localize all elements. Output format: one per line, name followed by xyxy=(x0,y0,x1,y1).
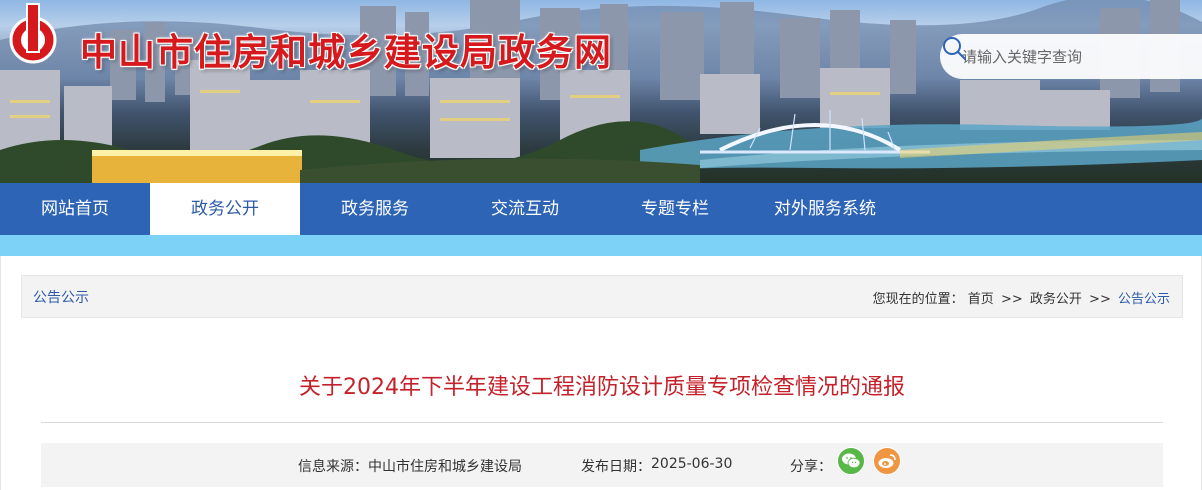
breadcrumb: 您现在的位置： 首页 >> 政务公开 >> 公告公示 xyxy=(873,288,1170,307)
title-divider xyxy=(41,422,1163,423)
nav-item-special-topics[interactable]: 专题专栏 xyxy=(600,183,750,235)
main-content: 公告公示 您现在的位置： 首页 >> 政务公开 >> 公告公示 关于2024年下… xyxy=(0,256,1202,490)
share-label: 分享： xyxy=(790,459,832,475)
date-label: 发布日期： xyxy=(581,459,651,475)
main-nav: 网站首页 政务公开 政务服务 交流互动 专题专栏 对外服务系统 xyxy=(0,183,1202,235)
nav-item-home[interactable]: 网站首页 xyxy=(0,183,150,235)
search-icon[interactable] xyxy=(940,34,968,62)
zhongshan-emblem-icon xyxy=(9,3,57,64)
date-value: 2025-06-30 xyxy=(651,456,733,472)
nav-item-government-services[interactable]: 政务服务 xyxy=(300,183,450,235)
nav-item-interaction[interactable]: 交流互动 xyxy=(450,183,600,235)
weibo-share-button[interactable] xyxy=(873,447,901,475)
breadcrumb-announcements[interactable]: 公告公示 xyxy=(1118,292,1170,307)
article-meta: 信息来源： 中山市住房和城乡建设局 发布日期： 2025-06-30 分享： xyxy=(41,443,1163,487)
site-title: 中山市住房和城乡建设局政务网 xyxy=(80,31,612,74)
search-input[interactable] xyxy=(940,34,1140,79)
breadcrumb-government-affairs[interactable]: 政务公开 xyxy=(1030,292,1082,307)
wechat-icon xyxy=(842,453,861,469)
nav-stripe xyxy=(0,235,1202,256)
breadcrumb-separator: >> xyxy=(1000,292,1023,307)
nav-item-government-affairs[interactable]: 政务公开 xyxy=(150,183,300,235)
wechat-share-button[interactable] xyxy=(837,447,865,475)
nav-item-external-services[interactable]: 对外服务系统 xyxy=(750,183,900,235)
header-banner: 中山市住房和城乡建设局政务网 xyxy=(0,0,1202,183)
section-label[interactable]: 公告公示 xyxy=(33,287,89,307)
source-label: 信息来源： xyxy=(298,459,368,475)
source-value: 中山市住房和城乡建设局 xyxy=(368,459,522,475)
breadcrumb-separator: >> xyxy=(1089,292,1111,307)
search-box xyxy=(940,34,1202,79)
article-title: 关于2024年下半年建设工程消防设计质量专项检查情况的通报 xyxy=(299,375,905,400)
breadcrumb-home[interactable]: 首页 xyxy=(968,292,994,307)
location-bar: 公告公示 您现在的位置： 首页 >> 政务公开 >> 公告公示 xyxy=(21,275,1183,318)
breadcrumb-prefix: 您现在的位置： xyxy=(872,292,964,307)
weibo-icon xyxy=(878,454,896,468)
